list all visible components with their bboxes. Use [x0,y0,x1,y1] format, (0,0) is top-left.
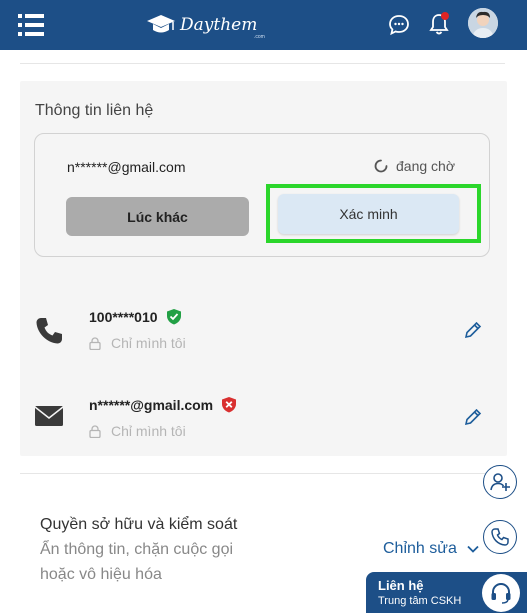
pencil-edit-icon[interactable] [464,408,482,426]
verify-button[interactable]: Xác minh [278,194,459,234]
phone-call-icon [491,528,509,546]
pencil-edit-icon[interactable] [464,321,482,339]
bell-icon[interactable] [427,11,451,37]
email-privacy: Chỉ mình tôi [89,423,186,439]
logo[interactable]: Daythem .com [146,8,265,42]
top-bar: Daythem .com [0,0,527,50]
phone-privacy: Chỉ mình tôi [89,335,186,351]
avatar[interactable] [468,8,498,38]
customer-support-widget[interactable]: Liên hệ Trung tâm CSKH [366,572,527,613]
edit-label: Chỉnh sửa [383,540,457,557]
add-friend-button[interactable] [483,465,517,499]
divider [20,63,505,64]
headset-icon [482,574,520,612]
privacy-label: Chỉ mình tôi [111,423,186,439]
hamburger-menu-icon[interactable] [18,13,44,37]
phone-icon [36,318,62,344]
add-user-icon [490,473,510,491]
later-button[interactable]: Lúc khác [66,197,249,236]
verified-shield-icon [166,309,181,325]
contact-info-card: Thông tin liên hệ n******@gmail.com đang… [20,81,507,456]
status-text: đang chờ [396,158,456,174]
ownership-description-line2: hoặc vô hiệu hóa [40,566,162,583]
lock-icon [89,424,101,438]
lock-icon [89,336,101,350]
loading-spinner-icon [374,159,388,173]
email-value-row: n******@gmail.com [89,396,237,413]
support-subtitle: Trung tâm CSKH [378,595,462,607]
phone-number: 100****010 [89,308,158,325]
unverified-shield-icon [222,397,237,413]
logo-subtext: .com [254,34,265,40]
chevron-down-icon [467,545,479,553]
support-title: Liên hệ [378,578,424,593]
call-button[interactable] [483,520,517,554]
ownership-title: Quyền sở hữu và kiểm soát [40,516,238,533]
logo-text: Daythem [180,15,258,35]
pending-status: đang chờ [374,158,455,174]
email-address: n******@gmail.com [89,396,214,413]
ownership-description-line1: Ẩn thông tin, chặn cuộc gọi [40,541,234,558]
chat-bubble-icon[interactable] [387,13,411,37]
notification-dot [441,12,449,20]
section-title: Thông tin liên hệ [35,102,154,119]
pending-email: n******@gmail.com [67,159,186,175]
pending-verification-box: n******@gmail.com đang chờ Lúc khác Xác … [34,133,490,257]
graduation-cap-icon [147,15,175,33]
envelope-icon [34,406,64,426]
phone-value-row: 100****010 [89,308,182,325]
divider [20,473,505,474]
privacy-label: Chỉ mình tôi [111,335,186,351]
ownership-edit-link[interactable]: Chỉnh sửa [383,540,479,558]
